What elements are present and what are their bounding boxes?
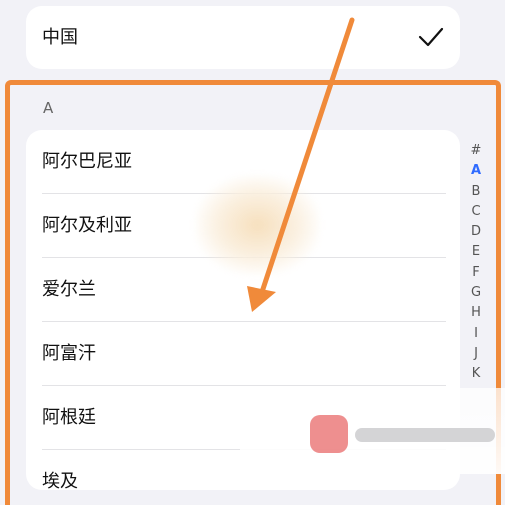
- selected-country-label: 中国: [42, 27, 78, 48]
- selected-country-row[interactable]: 中国: [26, 6, 460, 69]
- check-icon: [418, 27, 444, 47]
- watermark-logo: [310, 415, 348, 453]
- watermark-text-blur: [355, 428, 495, 442]
